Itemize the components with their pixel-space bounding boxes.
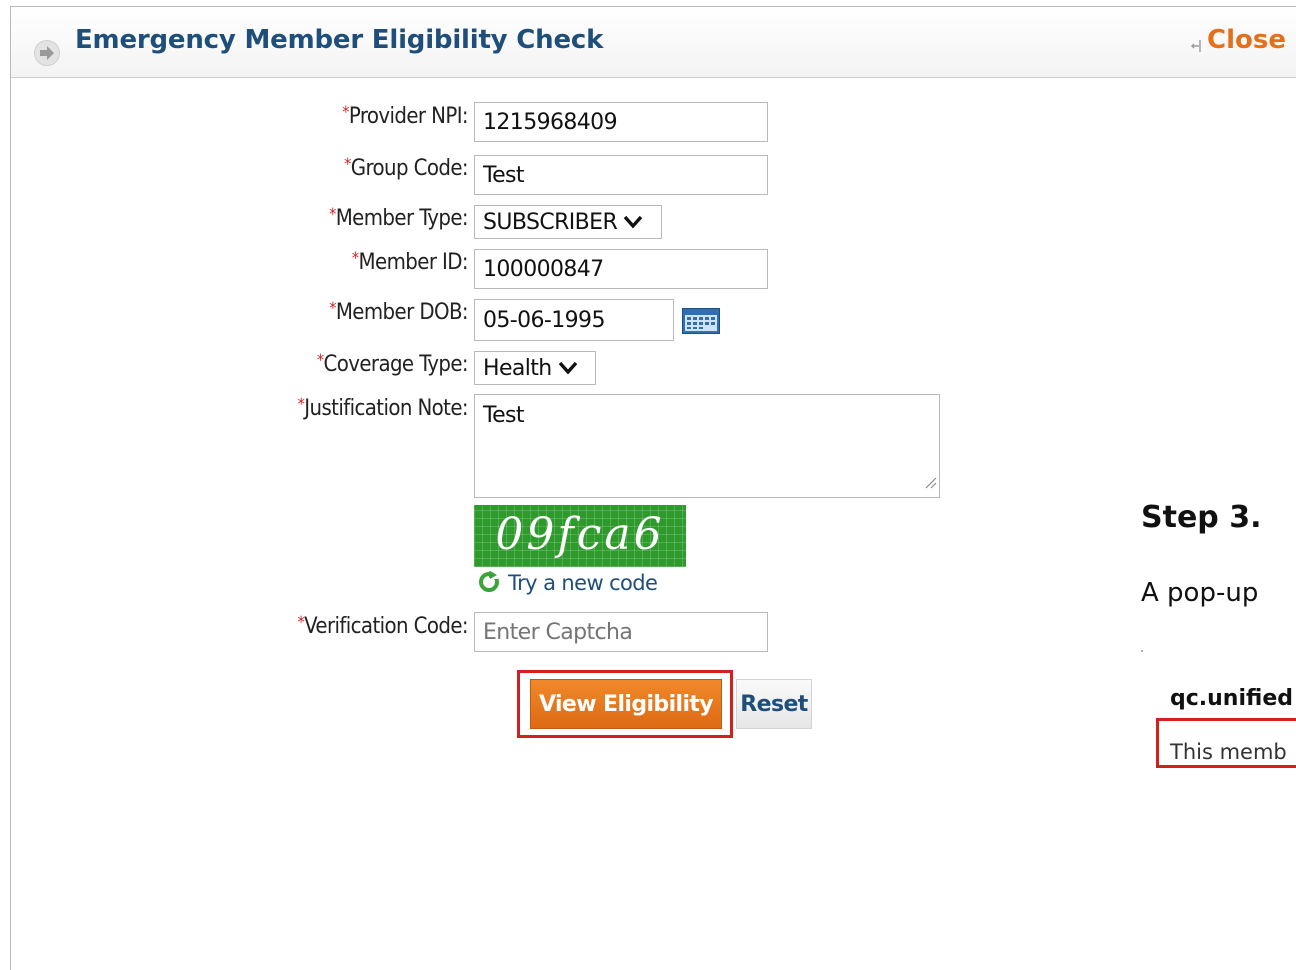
justification-note-label: *Justification Note: (297, 394, 469, 421)
refresh-icon (478, 570, 500, 596)
coverage-type-label: *Coverage Type: (316, 350, 469, 377)
required-marker: * (329, 204, 336, 223)
chevron-down-icon (623, 210, 643, 235)
step-heading: Step 3. (1141, 500, 1262, 535)
required-marker: * (342, 102, 349, 121)
panel-title: Emergency Member Eligibility Check (75, 25, 604, 55)
member-id-label: *Member ID: (351, 248, 469, 275)
coverage-type-value: Health (483, 355, 552, 381)
group-code-input[interactable] (474, 155, 768, 195)
chevron-down-icon (558, 356, 578, 381)
provider-npi-input[interactable] (474, 102, 768, 142)
justification-note-textarea[interactable]: Test (474, 394, 940, 498)
member-type-value: SUBSCRIBER (483, 209, 618, 235)
required-marker: * (351, 248, 359, 267)
required-marker: * (329, 298, 336, 317)
justification-note-value: Test (483, 403, 525, 428)
try-new-code-label: Try a new code (508, 571, 658, 595)
member-type-select[interactable]: SUBSCRIBER (474, 205, 662, 239)
member-dob-label: *Member DOB: (329, 298, 468, 325)
resize-grip-icon[interactable] (923, 470, 937, 495)
reset-button[interactable]: Reset (736, 679, 812, 729)
member-type-label: *Member Type: (329, 204, 469, 231)
required-marker: * (316, 350, 324, 369)
panel-header: Emergency Member Eligibility Check Close (11, 7, 1296, 78)
step-text: A pop-up (1141, 578, 1259, 608)
verification-code-input[interactable] (474, 612, 768, 652)
view-eligibility-button[interactable]: View Eligibility (530, 679, 722, 729)
captcha-image: 09fca6 (474, 505, 686, 567)
required-marker: * (297, 612, 305, 631)
close-label: Close (1207, 25, 1286, 55)
verification-code-label: *Verification Code: (297, 612, 469, 639)
required-marker: * (297, 394, 305, 413)
try-new-code-link[interactable]: Try a new code (478, 570, 658, 596)
calendar-icon[interactable] (682, 308, 720, 338)
member-dob-input[interactable] (474, 299, 674, 341)
dialog-title: qc.unified (1170, 686, 1293, 711)
provider-npi-label: *Provider NPI: (342, 102, 468, 129)
close-arrow-icon (1191, 38, 1203, 57)
group-code-label: *Group Code: (344, 154, 468, 181)
divider-dot (1141, 650, 1143, 652)
coverage-type-select[interactable]: Health (474, 351, 596, 385)
required-marker: * (344, 154, 351, 173)
arrow-right-icon (34, 40, 60, 66)
dialog-message: This memb (1170, 740, 1287, 764)
member-id-input[interactable] (474, 249, 768, 289)
